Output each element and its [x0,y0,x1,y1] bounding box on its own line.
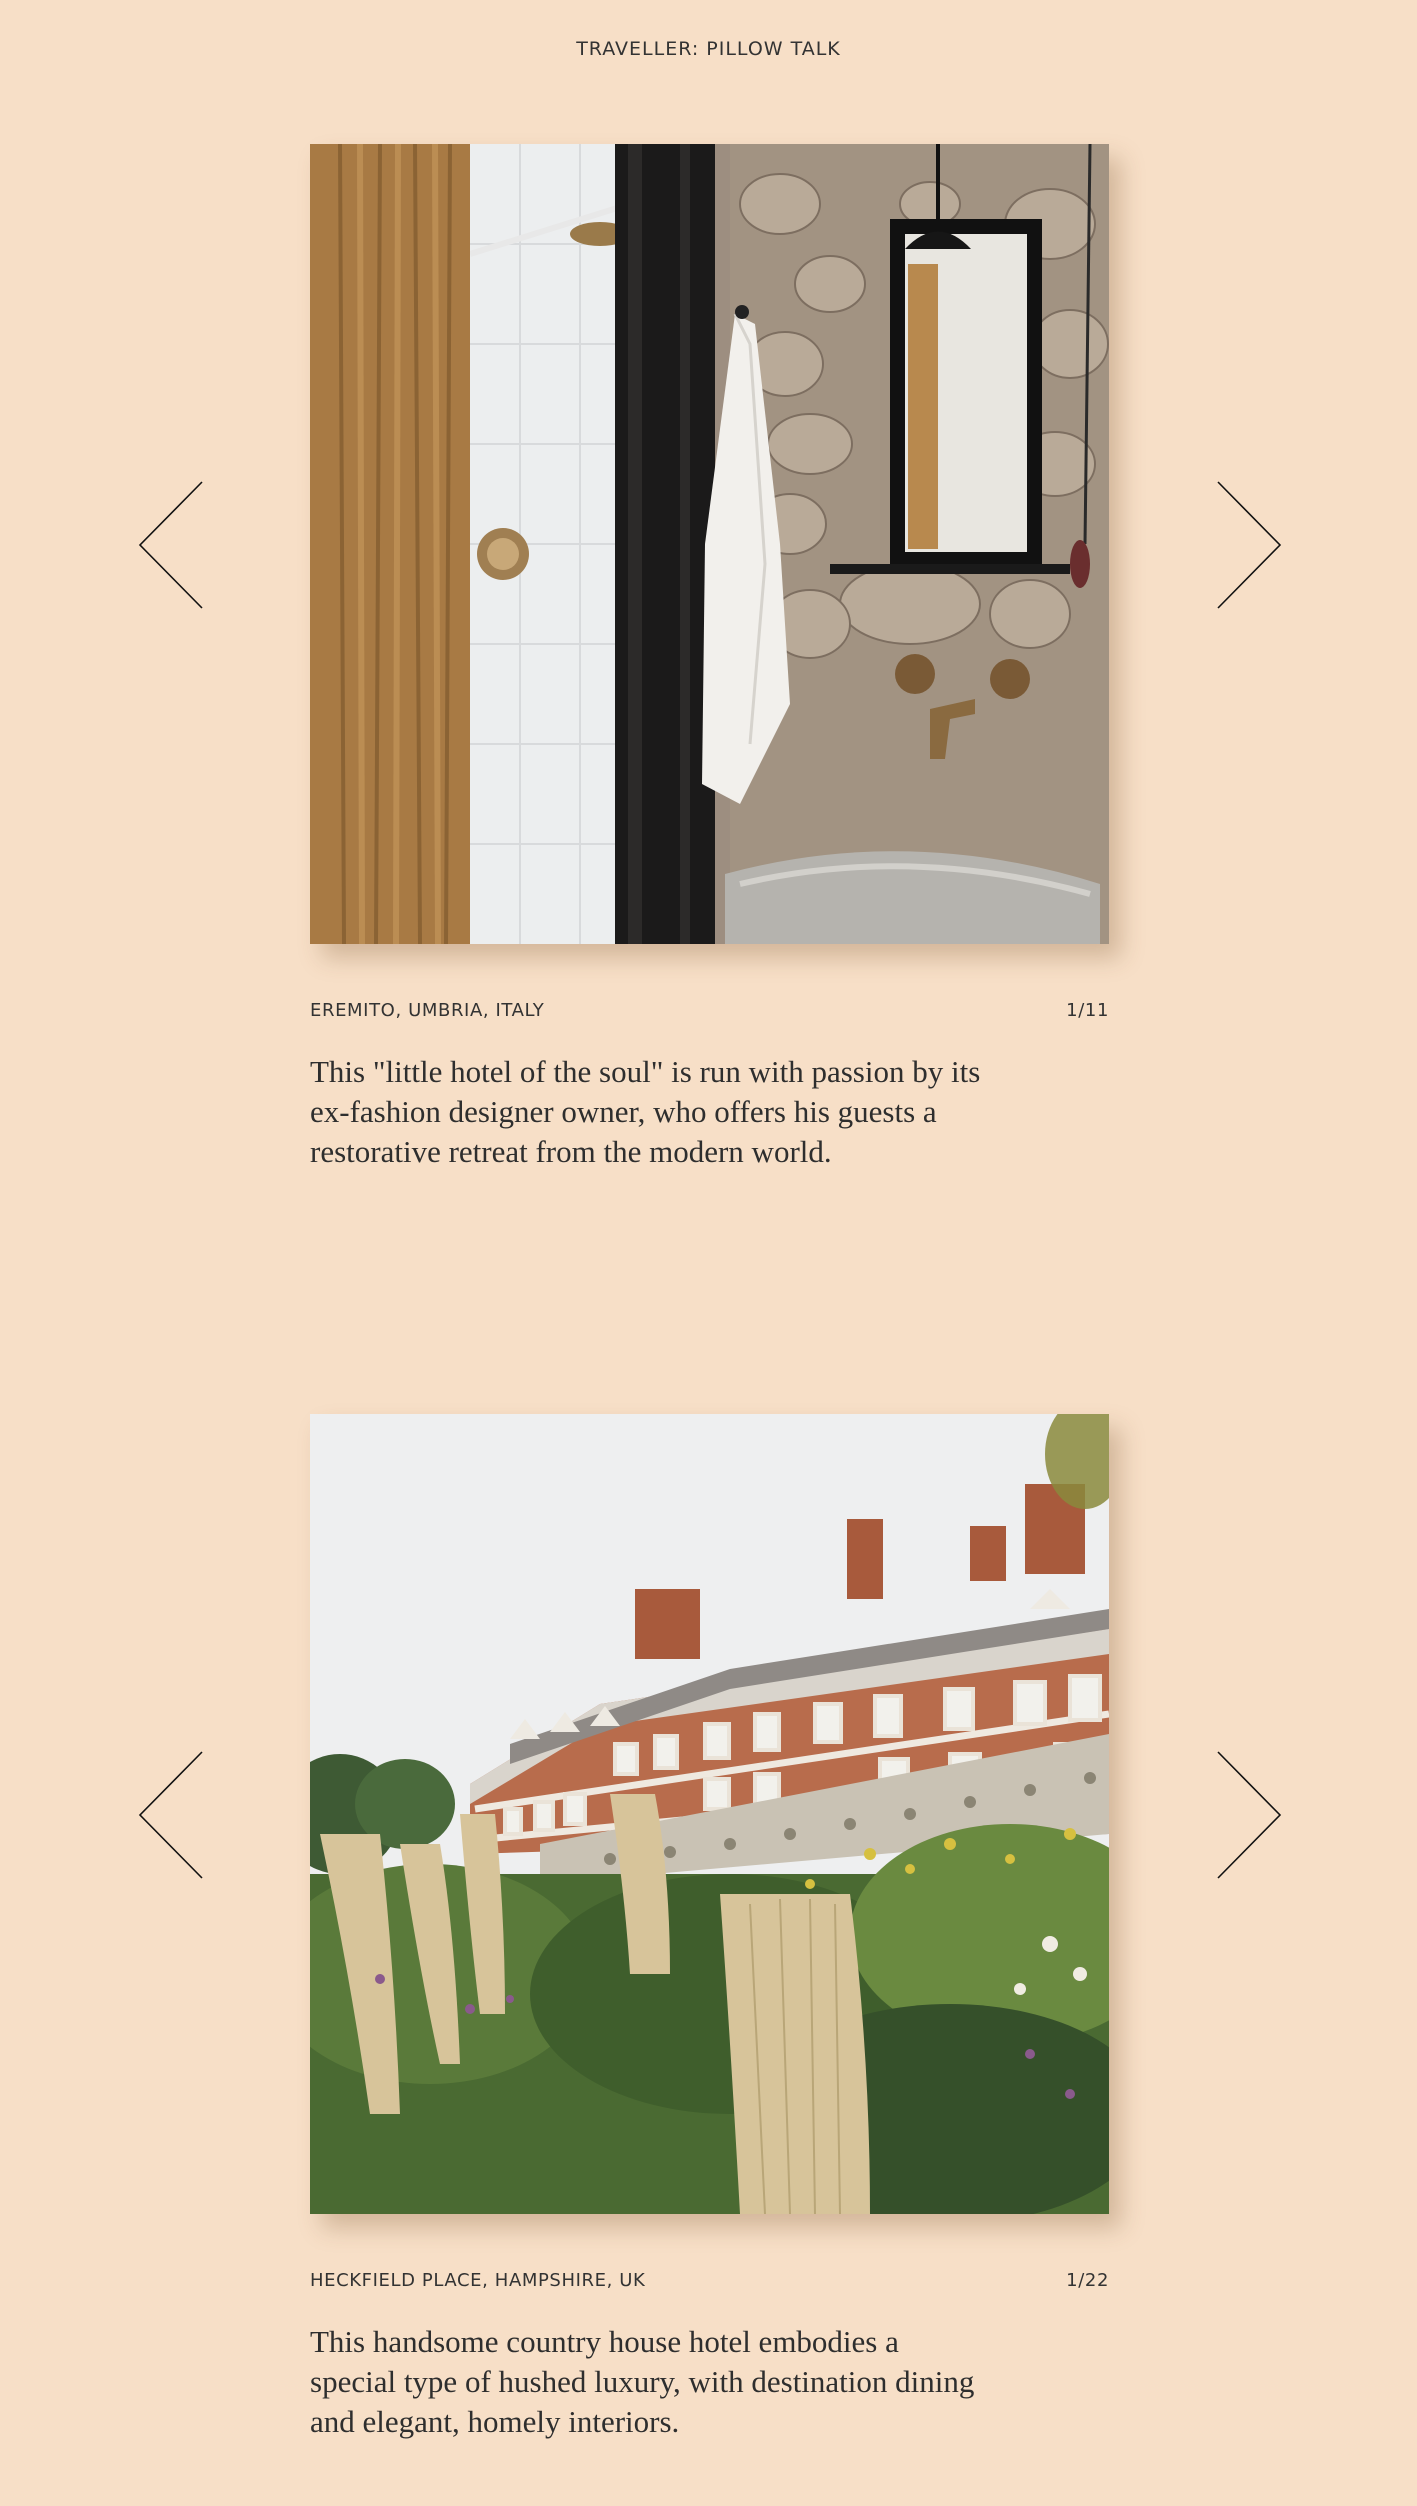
hotel-photo-country-house[interactable] [310,1414,1109,2214]
prev-slide-button[interactable] [136,1750,206,1880]
slide-counter: 1/22 [1066,2270,1109,2291]
slide-counter: 1/11 [1066,1000,1109,1021]
next-slide-button[interactable] [1214,1750,1284,1880]
hotel-location: HECKFIELD PLACE, HAMPSHIRE, UK [310,2270,646,2291]
chevron-left-icon [138,481,203,609]
chevron-left-icon [138,1751,203,1879]
chevron-right-icon [1217,1751,1282,1879]
hotel-photo-bathroom[interactable] [310,144,1109,944]
slide-caption: EREMITO, UMBRIA, ITALY 1/11 [310,1000,1109,1021]
chevron-right-icon [1217,481,1282,609]
next-slide-button[interactable] [1214,480,1284,610]
hotel-location: EREMITO, UMBRIA, ITALY [310,1000,545,1021]
page-header: TRAVELLER: PILLOW TALK [576,38,841,60]
slide-caption: HECKFIELD PLACE, HAMPSHIRE, UK 1/22 [310,2270,1109,2291]
hotel-description: This "little hotel of the soul" is run w… [310,1054,981,1169]
hotel-description: This handsome country house hotel embodi… [310,2324,975,2439]
prev-slide-button[interactable] [136,480,206,610]
